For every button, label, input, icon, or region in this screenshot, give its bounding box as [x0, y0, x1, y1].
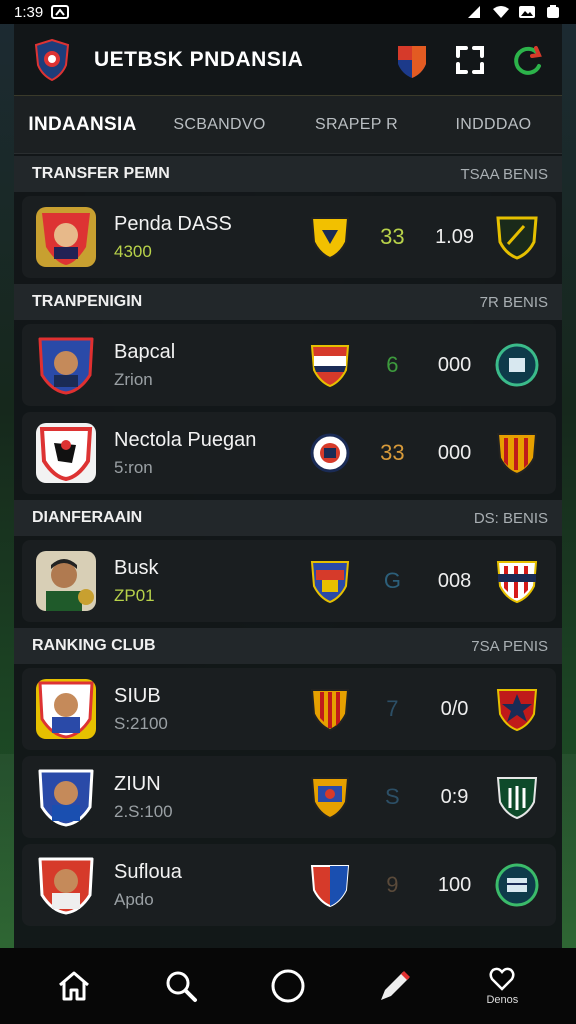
section-title: DIANFERAAIN — [32, 509, 143, 526]
player-sub-value: 4300 — [114, 241, 152, 261]
player-sub-value: ZP01 — [114, 585, 155, 605]
team-crest-icon[interactable] — [494, 342, 540, 388]
list-item[interactable]: Sufloua Apdo 9 100 — [22, 844, 556, 926]
circle-icon — [271, 969, 305, 1003]
pen-icon — [381, 971, 411, 1000]
player-name: SIUB — [114, 684, 161, 707]
section-header-ranking-club: RANKING CLUB 7SA PENIS — [14, 628, 562, 664]
home-icon — [58, 971, 89, 1001]
player-name: Sufloua — [114, 860, 182, 883]
app-notification-icon — [51, 5, 70, 19]
stat-number: 33 — [380, 440, 405, 465]
stat-value: 0/0 — [440, 697, 469, 720]
status-time: 1:39 — [14, 3, 44, 21]
club-badge-icon — [310, 689, 349, 732]
section-right-label: 7R BENIS — [479, 293, 548, 311]
player-name: Bapcal — [114, 340, 176, 363]
team-crest-icon[interactable] — [494, 558, 540, 604]
player-avatar — [36, 551, 96, 611]
section-header-transfer: TRANSFER PEMN TSAA BENIS — [14, 156, 562, 192]
player-avatar — [36, 855, 96, 915]
player-avatar — [36, 335, 96, 395]
stat-number: 6 — [386, 352, 399, 377]
list-item[interactable]: Penda DASS 4300 33 1.09 — [22, 196, 556, 278]
club-badge-icon — [310, 865, 349, 908]
tab-inddddao[interactable]: INDDDAO — [425, 116, 562, 134]
list-item[interactable]: Nectola Puegan 5:ron 33 000 — [22, 412, 556, 494]
stat-number: S — [385, 784, 400, 809]
list-item[interactable]: ZIUN 2.S:100 S 0:9 — [22, 756, 556, 838]
player-avatar — [36, 767, 96, 827]
player-avatar — [36, 679, 96, 739]
stat-value: 000 — [437, 441, 472, 464]
team-crest-icon[interactable] — [494, 214, 540, 260]
team-crest-icon[interactable] — [494, 430, 540, 476]
team-crest-icon[interactable] — [494, 862, 540, 908]
section-header-tranpenigin: TRANPENIGIN 7R BENIS — [14, 284, 562, 320]
stat-number: G — [383, 568, 401, 593]
status-bar: 1:39 — [0, 0, 576, 24]
bottom-navigation: Denos — [0, 948, 576, 1024]
player-sub-value: S:2100 — [114, 713, 168, 733]
nav-edit[interactable] — [360, 956, 430, 1016]
app-logo-icon — [34, 38, 70, 81]
club-badge-icon — [310, 777, 349, 820]
stat-value: 100 — [437, 873, 472, 896]
section-title: RANKING CLUB — [32, 637, 156, 654]
player-sub-value: Apdo — [114, 889, 154, 909]
battery-icon — [547, 5, 559, 18]
app-header: UETBSK PNDANSIA — [14, 24, 562, 96]
club-badge-icon — [310, 217, 349, 260]
club-badge-icon — [310, 561, 349, 604]
player-sub-value: 2.S:100 — [114, 801, 173, 821]
refresh-icon[interactable] — [508, 40, 548, 80]
tab-bar: INDAANSIA SCBANDVO SRAPEP R INDDDAO — [14, 96, 562, 154]
nav-circle[interactable] — [253, 956, 323, 1016]
player-sub-value: Zrion — [114, 369, 153, 389]
section-title: TRANPENIGIN — [32, 293, 143, 310]
stat-number: 33 — [380, 224, 405, 249]
player-name: Penda DASS — [114, 212, 232, 235]
flag-badge-icon[interactable] — [392, 40, 432, 80]
signal-icon — [468, 6, 480, 18]
player-avatar — [36, 423, 96, 483]
search-icon — [166, 971, 197, 1002]
player-sub-value: 5:ron — [114, 457, 153, 477]
tab-indaansia[interactable]: INDAANSIA — [14, 114, 151, 136]
player-avatar — [36, 207, 96, 267]
section-right-label: 7SA PENIS — [471, 637, 548, 655]
section-right-label: TSAA BENIS — [460, 165, 548, 183]
image-icon — [519, 6, 535, 18]
list-item[interactable]: Bapcal Zrion 6 000 — [22, 324, 556, 406]
player-name: Busk — [114, 556, 159, 579]
club-badge-icon — [310, 433, 350, 473]
player-name: ZIUN — [114, 772, 161, 795]
section-header-dianferaain: DIANFERAAIN DS: BENIS — [14, 500, 562, 536]
tab-scbandvo[interactable]: SCBANDVO — [151, 116, 288, 134]
stat-number: 9 — [386, 872, 399, 897]
section-title: TRANSFER PEMN — [32, 165, 170, 182]
team-crest-icon[interactable] — [494, 774, 540, 820]
nav-favorites[interactable]: Denos — [467, 956, 537, 1016]
fullscreen-icon[interactable] — [450, 40, 490, 80]
stat-value: 0:9 — [440, 785, 469, 808]
app-title: UETBSK PNDANSIA — [94, 47, 304, 71]
heart-icon — [489, 967, 515, 991]
list-item[interactable]: SIUB S:2100 7 0/0 — [22, 668, 556, 750]
wifi-icon — [493, 6, 509, 18]
list-item[interactable]: Busk ZP01 G 008 — [22, 540, 556, 622]
stat-value: 1.09 — [435, 225, 474, 248]
nav-search[interactable] — [146, 956, 216, 1016]
tab-srapep[interactable]: SRAPEP R — [288, 116, 425, 134]
club-badge-icon — [310, 345, 349, 388]
stat-number: 7 — [386, 696, 399, 721]
stat-value: 008 — [437, 569, 472, 592]
nav-home[interactable] — [39, 956, 109, 1016]
app-window: UETBSK PNDANSIA INDAANSIA SCBANDVO SRAPE… — [14, 24, 562, 948]
nav-label: Denos — [486, 994, 519, 1006]
section-right-label: DS: BENIS — [473, 509, 548, 527]
stat-value: 000 — [437, 353, 472, 376]
player-name: Nectola Puegan — [114, 428, 257, 451]
team-crest-icon[interactable] — [494, 686, 540, 732]
